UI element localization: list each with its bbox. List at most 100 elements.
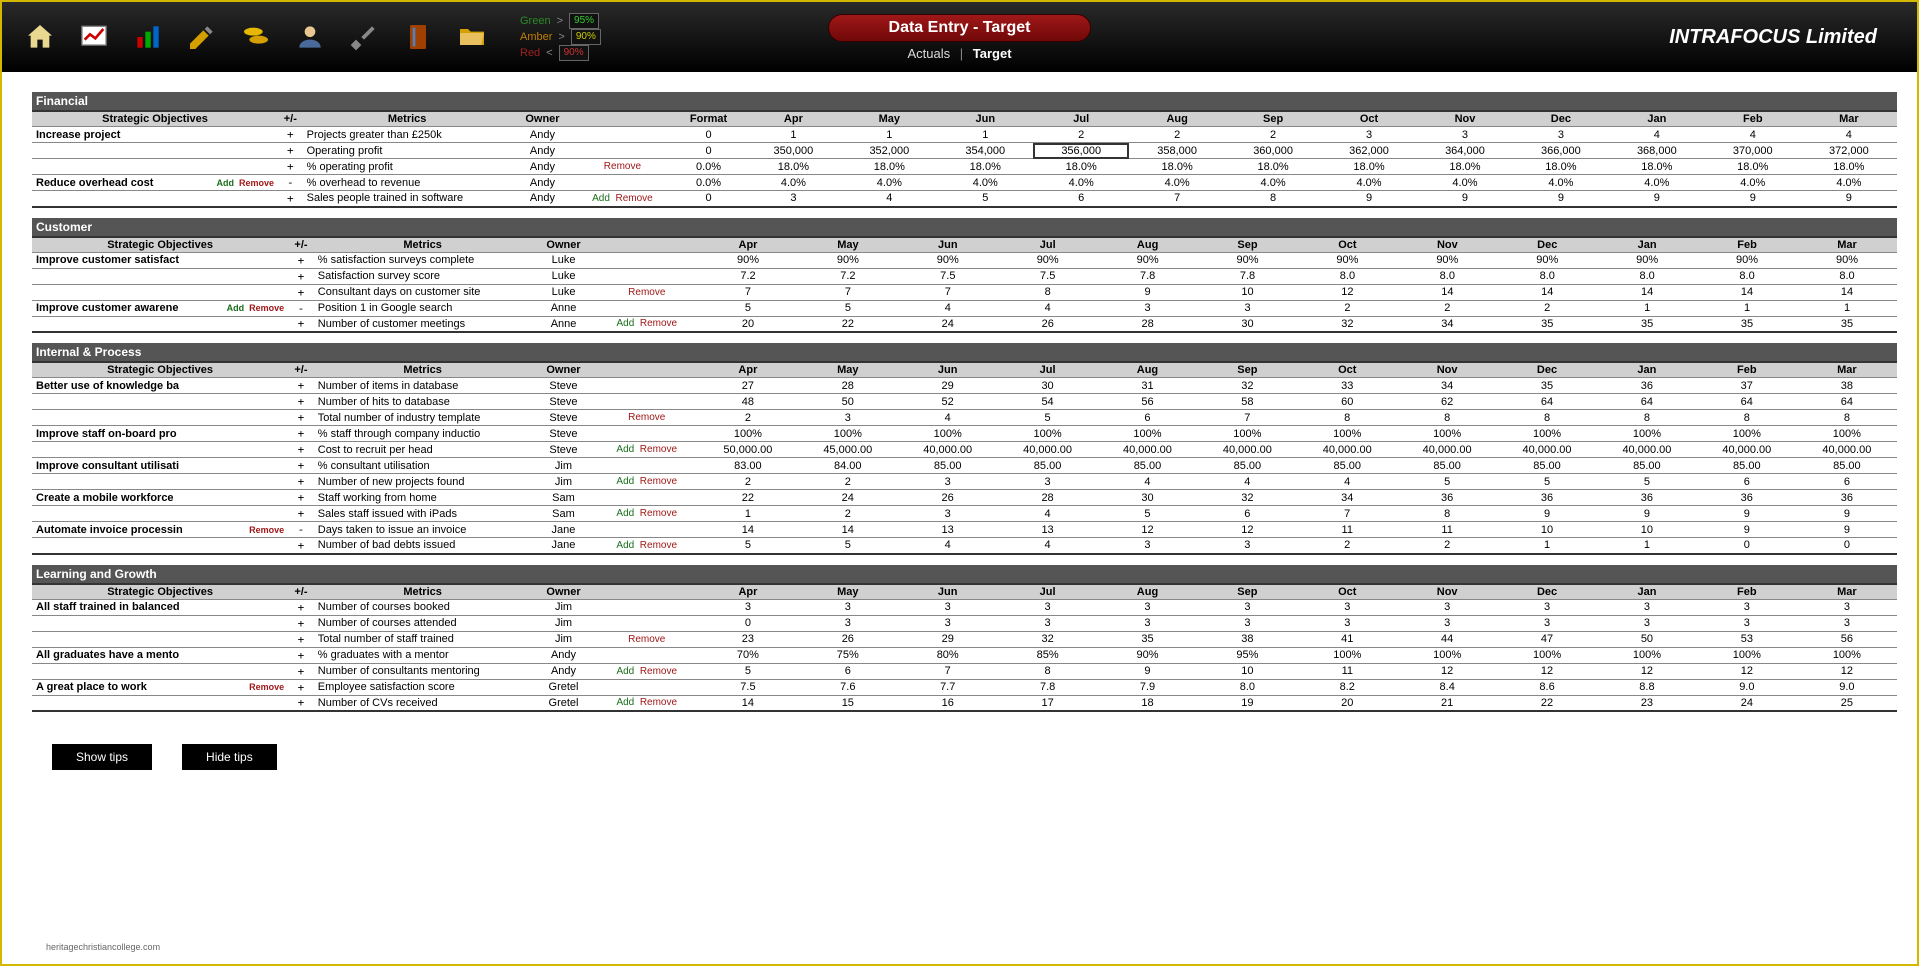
value-cell[interactable]: 36 <box>1397 490 1497 506</box>
value-cell[interactable]: 5 <box>1397 474 1497 490</box>
value-cell[interactable]: 3 <box>1497 615 1597 631</box>
plus-minus-cell[interactable]: + <box>288 615 314 631</box>
value-cell[interactable]: 32 <box>1197 378 1297 394</box>
value-cell[interactable]: 8.0 <box>1497 268 1597 284</box>
metric-cell[interactable]: Operating profit <box>303 143 512 159</box>
value-cell[interactable]: 22 <box>698 490 798 506</box>
metric-cell[interactable]: % staff through company inductio <box>314 426 532 442</box>
owner-cell[interactable]: Jim <box>531 474 595 490</box>
value-cell[interactable]: 18.0% <box>745 159 841 175</box>
show-tips-button[interactable]: Show tips <box>52 744 152 770</box>
owner-cell[interactable]: Jim <box>532 599 596 615</box>
tools-icon[interactable] <box>346 19 382 55</box>
value-cell[interactable]: 7.2 <box>698 268 798 284</box>
value-cell[interactable]: 7.8 <box>998 679 1098 695</box>
value-cell[interactable]: 100% <box>1497 647 1597 663</box>
value-cell[interactable]: 40,000.00 <box>1597 442 1697 458</box>
remove-link[interactable]: Remove <box>640 666 677 677</box>
value-cell[interactable]: 14 <box>698 695 798 711</box>
value-cell[interactable]: 8 <box>1397 410 1497 426</box>
format-cell[interactable]: 0 <box>672 127 746 143</box>
value-cell[interactable]: 7 <box>898 284 998 300</box>
value-cell[interactable]: 100% <box>1597 647 1697 663</box>
plus-minus-cell[interactable]: + <box>288 474 314 490</box>
value-cell[interactable]: 1 <box>1797 300 1897 316</box>
remove-link[interactable]: Remove <box>249 682 284 692</box>
value-cell[interactable]: 40,000.00 <box>1797 442 1897 458</box>
value-cell[interactable]: 25 <box>1797 695 1897 711</box>
value-cell[interactable]: 18.0% <box>937 159 1033 175</box>
plus-minus-cell[interactable]: + <box>288 410 314 426</box>
value-cell[interactable]: 12 <box>1397 663 1497 679</box>
owner-cell[interactable]: Steve <box>531 394 595 410</box>
value-cell[interactable]: 3 <box>798 615 898 631</box>
value-cell[interactable]: 5 <box>798 300 898 316</box>
value-cell[interactable]: 2 <box>698 410 798 426</box>
value-cell[interactable]: 7.5 <box>698 679 798 695</box>
plus-minus-cell[interactable]: + <box>288 426 314 442</box>
owner-cell[interactable]: Jane <box>531 522 595 538</box>
value-cell[interactable]: 2 <box>698 474 798 490</box>
owner-cell[interactable]: Luke <box>532 268 596 284</box>
value-cell[interactable]: 56 <box>1797 631 1897 647</box>
value-cell[interactable]: 364,000 <box>1417 143 1513 159</box>
value-cell[interactable]: 36 <box>1597 490 1697 506</box>
value-cell[interactable]: 8 <box>998 284 1098 300</box>
value-cell[interactable]: 50 <box>1597 631 1697 647</box>
value-cell[interactable]: 4 <box>1609 127 1705 143</box>
value-cell[interactable]: 7 <box>1129 191 1225 207</box>
remove-link[interactable]: Remove <box>640 540 677 551</box>
value-cell[interactable]: 36 <box>1797 490 1897 506</box>
value-cell[interactable]: 4.0% <box>1033 175 1129 191</box>
value-cell[interactable]: 4.0% <box>1129 175 1225 191</box>
value-cell[interactable]: 26 <box>998 316 1098 332</box>
value-cell[interactable]: 14 <box>1797 284 1897 300</box>
value-cell[interactable]: 24 <box>898 316 998 332</box>
value-cell[interactable]: 5 <box>1497 474 1597 490</box>
value-cell[interactable]: 64 <box>1697 394 1797 410</box>
value-cell[interactable]: 9 <box>1597 506 1697 522</box>
remove-link[interactable]: Remove <box>640 444 677 455</box>
value-cell[interactable]: 368,000 <box>1609 143 1705 159</box>
value-cell[interactable]: 41 <box>1297 631 1397 647</box>
value-cell[interactable]: 3 <box>1197 615 1297 631</box>
value-cell[interactable]: 90% <box>1297 252 1397 268</box>
value-cell[interactable]: 8.0 <box>1197 679 1297 695</box>
value-cell[interactable]: 70% <box>698 647 798 663</box>
value-cell[interactable]: 9 <box>1321 191 1417 207</box>
value-cell[interactable]: 6 <box>1697 474 1797 490</box>
value-cell[interactable]: 85.00 <box>1098 458 1198 474</box>
plus-minus-cell[interactable]: + <box>288 394 314 410</box>
value-cell[interactable]: 8 <box>1797 410 1897 426</box>
value-cell[interactable]: 3 <box>1397 599 1497 615</box>
value-cell[interactable]: 7 <box>798 284 898 300</box>
value-cell[interactable]: 2 <box>1397 538 1497 554</box>
value-cell[interactable]: 36 <box>1597 378 1697 394</box>
owner-cell[interactable]: Luke <box>532 252 596 268</box>
value-cell[interactable]: 360,000 <box>1225 143 1321 159</box>
value-cell[interactable]: 45,000.00 <box>798 442 898 458</box>
value-cell[interactable]: 50,000.00 <box>698 442 798 458</box>
value-cell[interactable]: 4 <box>998 538 1098 554</box>
value-cell[interactable]: 8 <box>1697 410 1797 426</box>
value-cell[interactable]: 12 <box>1597 663 1697 679</box>
plus-minus-cell[interactable]: + <box>288 316 314 332</box>
remove-link[interactable]: Remove <box>628 412 665 423</box>
plus-minus-cell[interactable]: + <box>288 631 314 647</box>
value-cell[interactable]: 3 <box>1397 615 1497 631</box>
value-cell[interactable]: 2 <box>1397 300 1497 316</box>
value-cell[interactable]: 18.0% <box>1225 159 1321 175</box>
value-cell[interactable]: 32 <box>998 631 1098 647</box>
metric-cell[interactable]: Consultant days on customer site <box>314 284 532 300</box>
value-cell[interactable]: 2 <box>1497 300 1597 316</box>
value-cell[interactable]: 12 <box>1797 663 1897 679</box>
home-icon[interactable] <box>22 19 58 55</box>
value-cell[interactable]: 7.5 <box>998 268 1098 284</box>
bar-chart-icon[interactable] <box>130 19 166 55</box>
value-cell[interactable]: 33 <box>1297 378 1397 394</box>
value-cell[interactable]: 3 <box>1098 615 1198 631</box>
value-cell[interactable]: 90% <box>798 252 898 268</box>
value-cell[interactable]: 35 <box>1098 631 1198 647</box>
value-cell[interactable]: 4 <box>1801 127 1897 143</box>
value-cell[interactable]: 7.5 <box>898 268 998 284</box>
